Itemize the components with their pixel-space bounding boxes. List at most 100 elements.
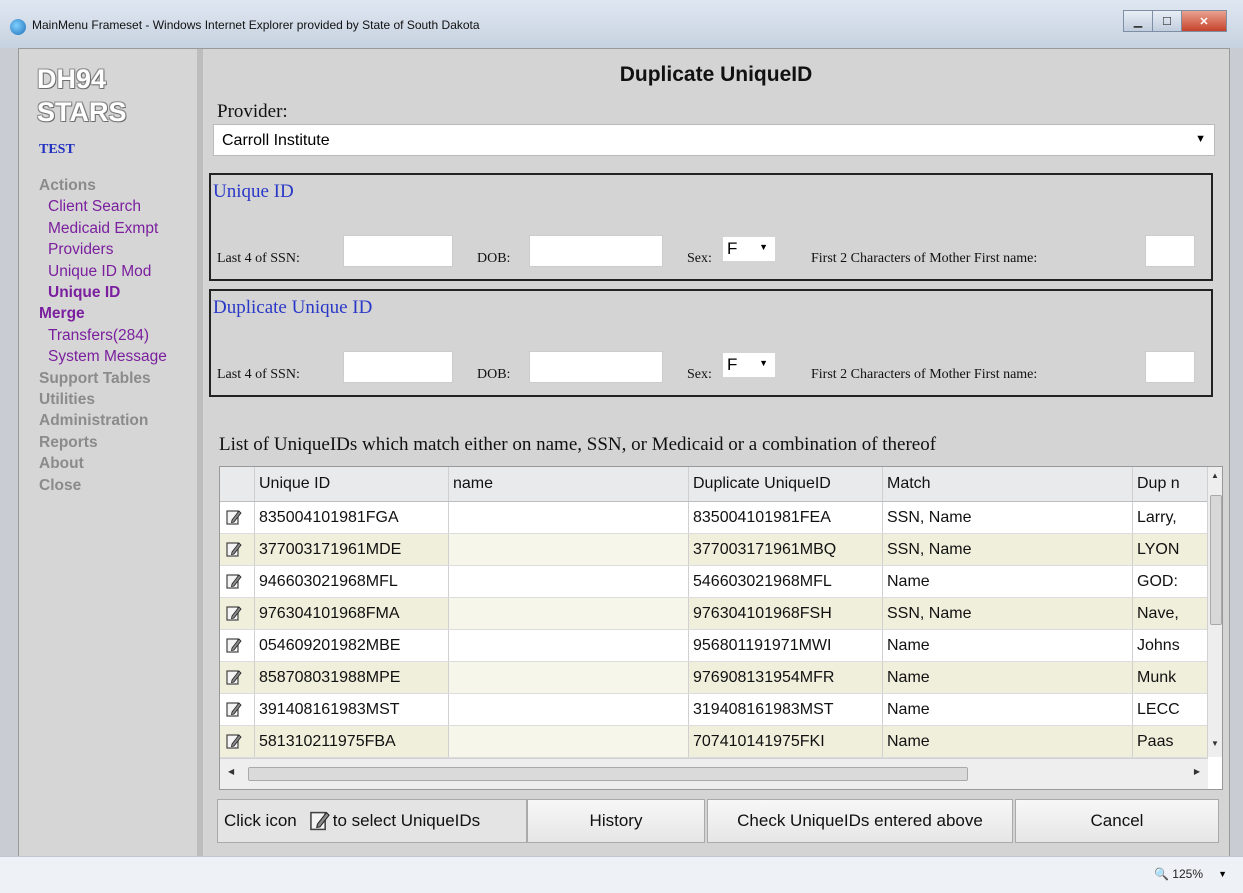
sidebar-item-merge[interactable]: Merge	[39, 303, 167, 324]
edit-select-icon[interactable]	[226, 669, 242, 686]
logo-line-1: DH94	[37, 64, 107, 94]
ssn-input[interactable]	[343, 235, 453, 267]
select-cell[interactable]	[220, 630, 254, 661]
cancel-button[interactable]: Cancel	[1015, 799, 1219, 843]
table-body: 835004101981FGA 835004101981FEA SSN, Name L…	[220, 502, 1208, 758]
table-row[interactable]: 858708031988MPE 976908131954MFR Name Munk	[220, 662, 1208, 694]
unique-id-legend: Unique ID	[213, 181, 294, 202]
sidebar-item-unique-id-mod[interactable]: Unique ID Mod	[39, 261, 167, 282]
col-header-unique-id[interactable]: Unique ID	[254, 467, 448, 501]
cell-dup-name: Nave,	[1132, 598, 1208, 629]
mother-name-input[interactable]	[1145, 235, 1195, 267]
sidebar-menu: Actions Client Search Medicaid Exmpt Provid…	[39, 175, 167, 496]
minimize-button[interactable]: ▁	[1123, 10, 1153, 32]
check-uniqueids-button[interactable]: Check UniqueIDs entered above	[707, 799, 1013, 843]
cell-unique-id: 858708031988MPE	[254, 662, 448, 693]
cell-match: SSN, Name	[882, 534, 1132, 565]
scroll-left-icon[interactable]: ◀	[228, 767, 234, 776]
dup-ssn-label: Last 4 of SSN:	[217, 367, 300, 382]
dup-sex-select[interactable]: F ▼	[723, 353, 775, 377]
select-cell[interactable]	[220, 566, 254, 597]
scroll-right-icon[interactable]: ▶	[1194, 767, 1200, 776]
select-hint: Click icon to select UniqueIDs	[217, 799, 527, 843]
cell-unique-id: 054609201982MBE	[254, 630, 448, 661]
sidebar-item-about[interactable]: About	[39, 453, 167, 474]
zoom-level[interactable]: 🔍 125%	[1154, 867, 1203, 881]
select-cell[interactable]	[220, 662, 254, 693]
select-cell[interactable]	[220, 598, 254, 629]
cell-duplicate-uniqueid: 976304101968FSH	[688, 598, 882, 629]
cell-name	[448, 534, 688, 565]
ssn-label: Last 4 of SSN:	[217, 251, 300, 266]
sidebar-item-unique-id[interactable]: Unique ID	[39, 282, 167, 303]
unique-id-fieldset: Unique ID Last 4 of SSN: DOB: Sex: F ▼ F…	[209, 173, 1213, 281]
col-header-match[interactable]: Match	[882, 467, 1132, 501]
dup-mother-name-input[interactable]	[1145, 351, 1195, 383]
dup-ssn-input[interactable]	[343, 351, 453, 383]
zoom-value: 125%	[1172, 867, 1203, 881]
col-header-dup-name[interactable]: Dup n	[1132, 467, 1208, 501]
edit-select-icon[interactable]	[226, 605, 242, 622]
table-header: Unique ID name Duplicate UniqueID Match …	[220, 467, 1208, 502]
cell-unique-id: 835004101981FGA	[254, 502, 448, 533]
col-header-duplicate-uniqueid[interactable]: Duplicate UniqueID	[688, 467, 882, 501]
horizontal-scroll-thumb[interactable]	[248, 767, 968, 781]
table-row[interactable]: 054609201982MBE 956801191971MWI Name Johns	[220, 630, 1208, 662]
cell-dup-name: Larry,	[1132, 502, 1208, 533]
vertical-scrollbar[interactable]: ▲ ▼	[1207, 467, 1222, 757]
select-cell[interactable]	[220, 534, 254, 565]
sidebar-item-client-search[interactable]: Client Search	[39, 196, 167, 217]
table-row[interactable]: 391408161983MST 319408161983MST Name LECC	[220, 694, 1208, 726]
cell-unique-id: 391408161983MST	[254, 694, 448, 725]
select-cell[interactable]	[220, 694, 254, 725]
edit-select-icon[interactable]	[226, 573, 242, 590]
edit-select-icon[interactable]	[226, 509, 242, 526]
sidebar-item-close[interactable]: Close	[39, 475, 167, 496]
sidebar-item-system-message[interactable]: System Message	[39, 346, 167, 367]
maximize-button[interactable]: ☐	[1152, 10, 1182, 32]
sidebar-item-transfers-284[interactable]: Transfers(284)	[39, 325, 167, 346]
sidebar-item-utilities[interactable]: Utilities	[39, 389, 167, 410]
select-cell[interactable]	[220, 726, 254, 757]
close-window-button[interactable]: ✕	[1181, 10, 1227, 32]
table-row[interactable]: 835004101981FGA 835004101981FEA SSN, Name L…	[220, 502, 1208, 534]
edit-select-icon[interactable]	[226, 733, 242, 750]
sidebar-item-reports[interactable]: Reports	[39, 432, 167, 453]
cell-duplicate-uniqueid: 546603021968MFL	[688, 566, 882, 597]
cell-match: Name	[882, 726, 1132, 757]
app-logo: DH94 STARS	[37, 63, 127, 129]
table-row[interactable]: 976304101968FMA 976304101968FSH SSN, Name N…	[220, 598, 1208, 630]
edit-select-icon[interactable]	[226, 701, 242, 718]
edit-select-icon[interactable]	[226, 541, 242, 558]
sex-select[interactable]: F ▼	[723, 237, 775, 261]
dropdown-arrow-icon: ▼	[1195, 133, 1206, 145]
table-row[interactable]: 581310211975FBA 707410141975FKI Name Paas	[220, 726, 1208, 758]
col-header-name[interactable]: name	[448, 467, 688, 501]
sidebar-item-actions: Actions	[39, 177, 96, 194]
horizontal-scrollbar[interactable]: ◀ ▶	[220, 758, 1208, 789]
cell-name	[448, 694, 688, 725]
history-button[interactable]: History	[527, 799, 705, 843]
zoom-dropdown-icon[interactable]: ▼	[1218, 869, 1227, 879]
table-row[interactable]: 377003171961MDE 377003171961MBQ SSN, Name L…	[220, 534, 1208, 566]
edit-select-icon[interactable]	[226, 637, 242, 654]
main-panel: Duplicate UniqueID Provider: Carroll Ins…	[203, 49, 1229, 857]
sidebar-item-providers[interactable]: Providers	[39, 239, 167, 260]
sidebar-item-administration[interactable]: Administration	[39, 410, 167, 431]
logo-line-2: STARS	[37, 97, 127, 127]
scroll-up-icon[interactable]: ▲	[1208, 471, 1222, 485]
duplicate-unique-id-fieldset: Duplicate Unique ID Last 4 of SSN: DOB: …	[209, 289, 1213, 397]
cell-duplicate-uniqueid: 377003171961MBQ	[688, 534, 882, 565]
sidebar-item-support-tables[interactable]: Support Tables	[39, 368, 167, 389]
scroll-down-icon[interactable]: ▼	[1208, 739, 1222, 753]
table-row[interactable]: 946603021968MFL 546603021968MFL Name GOD:	[220, 566, 1208, 598]
dob-label: DOB:	[477, 251, 511, 266]
sidebar-item-medicaid-exmpt[interactable]: Medicaid Exmpt	[39, 218, 167, 239]
select-cell[interactable]	[220, 502, 254, 533]
dob-input[interactable]	[529, 235, 663, 267]
cell-dup-name: Paas	[1132, 726, 1208, 757]
vertical-scroll-thumb[interactable]	[1210, 495, 1222, 625]
dup-dob-input[interactable]	[529, 351, 663, 383]
provider-select[interactable]: Carroll Institute ▼	[213, 124, 1215, 156]
ie-logo-icon	[10, 19, 26, 35]
